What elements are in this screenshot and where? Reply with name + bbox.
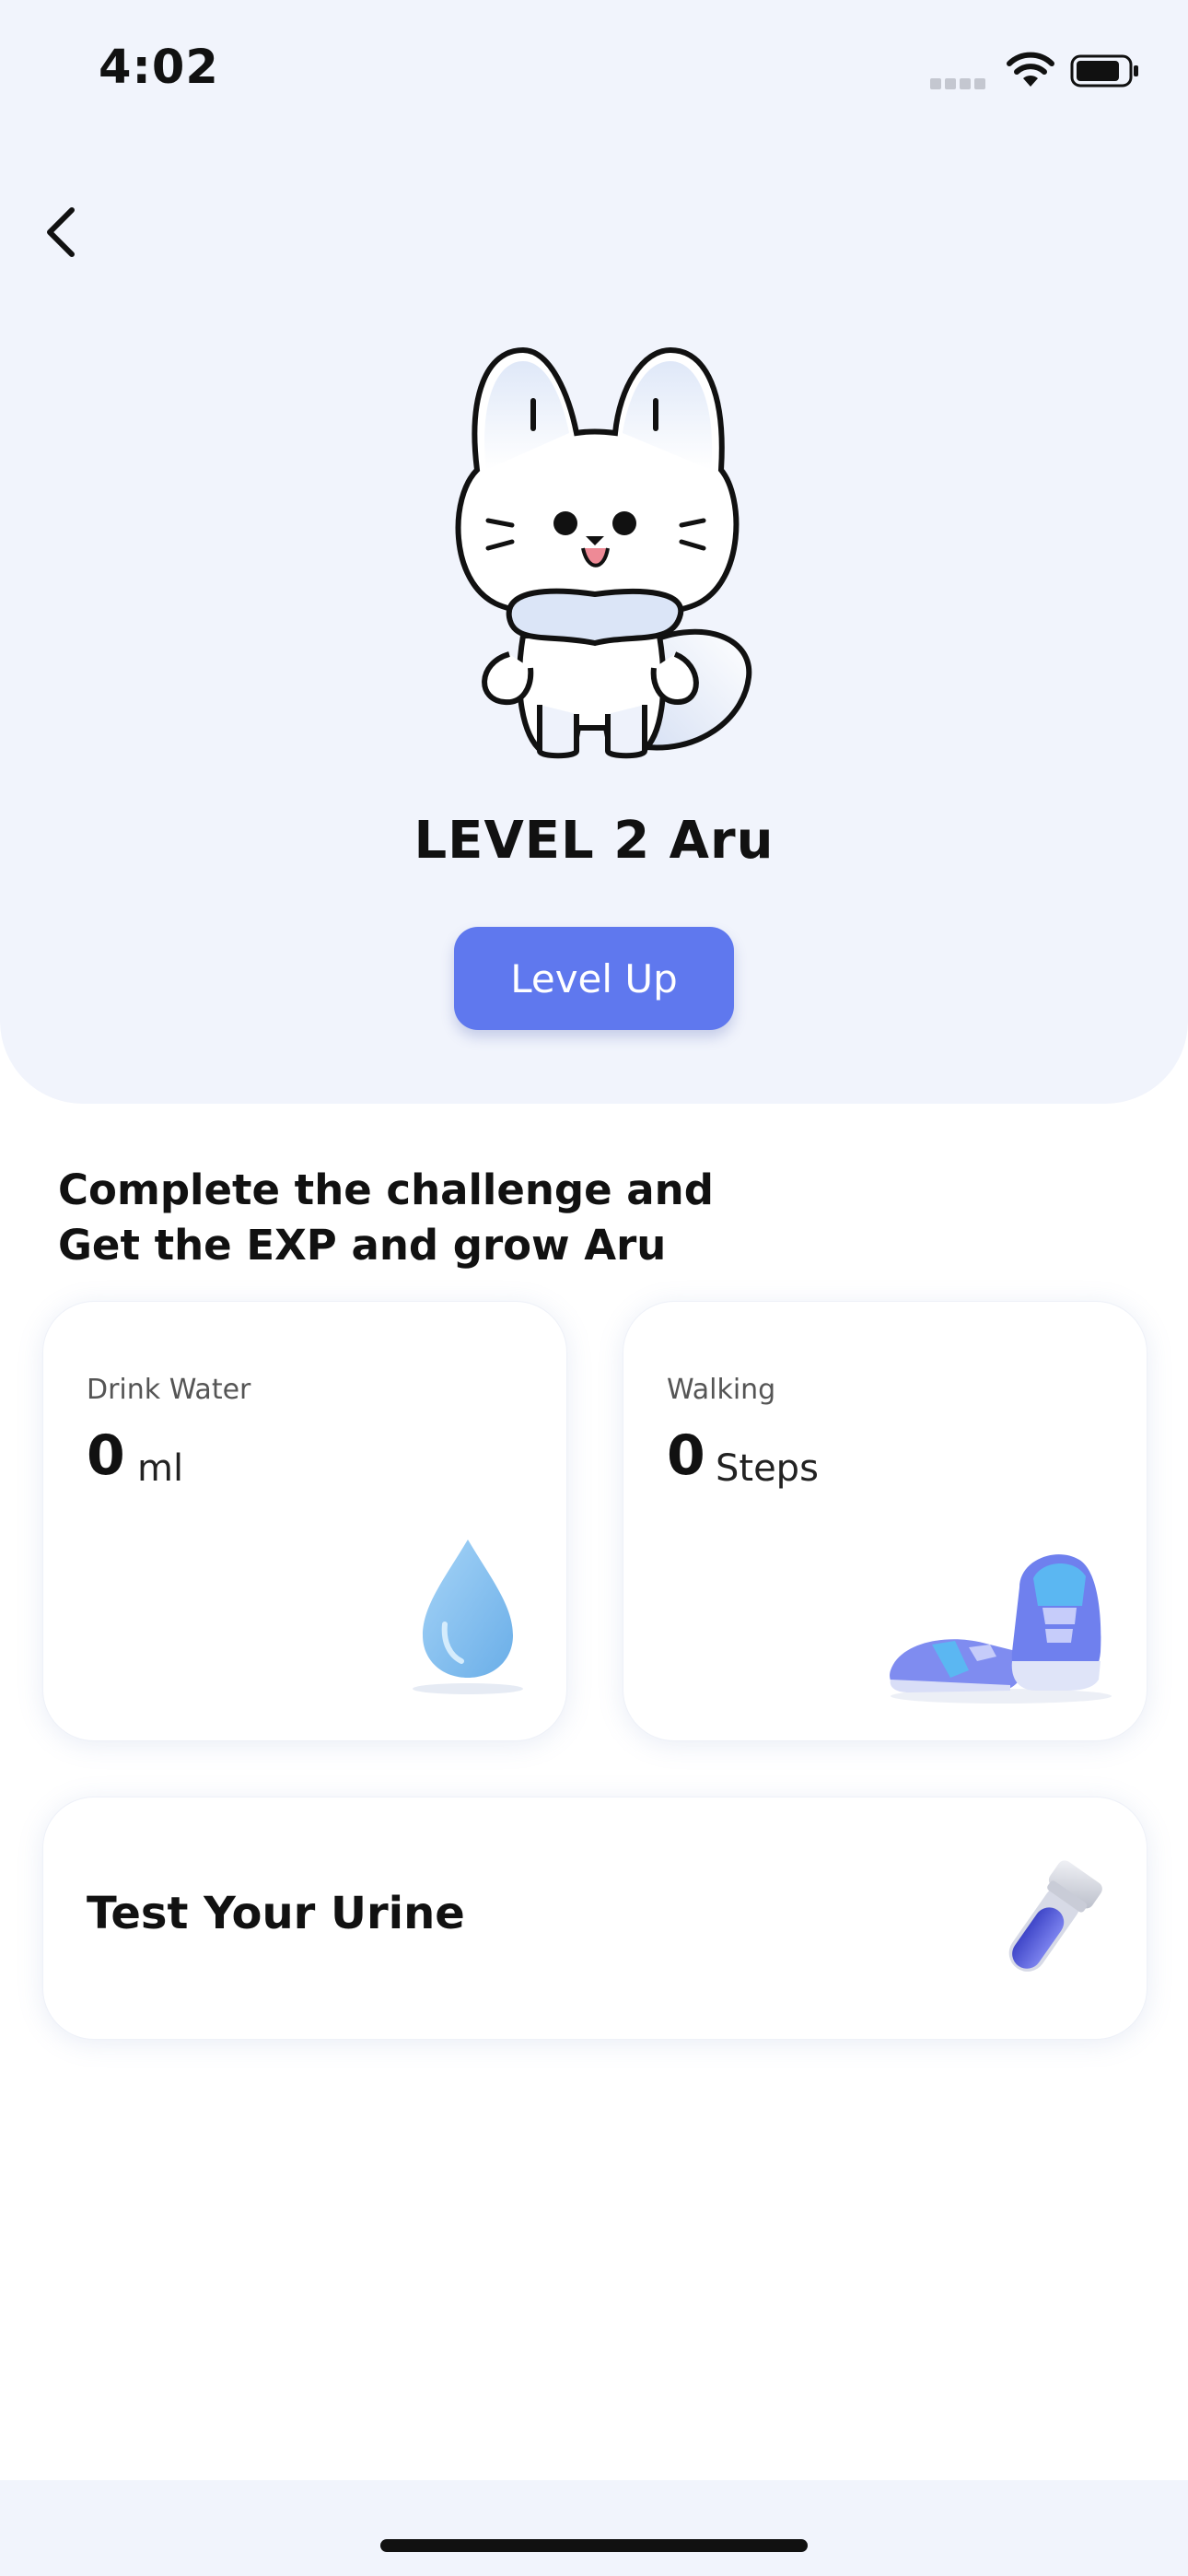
drink-water-value: 0 (87, 1423, 125, 1488)
challenge-heading: Complete the challenge and Get the EXP a… (58, 1163, 887, 1273)
walking-label: Walking (667, 1374, 776, 1406)
battery-icon (1070, 54, 1138, 88)
back-button[interactable] (24, 195, 98, 269)
walking-unit: Steps (716, 1447, 819, 1490)
status-icons (915, 48, 1138, 100)
level-title: LEVEL 2 Aru (413, 811, 775, 871)
level-up-button[interactable]: Level Up (454, 927, 734, 1030)
walking-value: 0 (667, 1423, 705, 1488)
test-urine-card[interactable]: Test Your Urine (42, 1797, 1147, 2040)
mascot-character (455, 346, 752, 759)
signal-icon (930, 76, 989, 93)
test-tube-icon (1008, 1860, 1102, 1972)
test-urine-label: Test Your Urine (87, 1888, 465, 1939)
bottom-bar (0, 2480, 1188, 2576)
water-drop-icon (413, 1540, 523, 1694)
wifi-icon (1007, 52, 1054, 87)
drink-water-unit: ml (137, 1447, 184, 1490)
sneakers-icon (890, 1554, 1112, 1704)
challenge-heading-line1: Complete the challenge and (58, 1165, 714, 1214)
challenge-heading-line2: Get the EXP and grow Aru (58, 1221, 667, 1270)
walking-card[interactable]: Walking 0 Steps (623, 1301, 1147, 1741)
status-time: 4:02 (99, 41, 219, 95)
chevron-left-icon (47, 207, 75, 257)
home-indicator[interactable] (380, 2539, 808, 2552)
drink-water-label: Drink Water (87, 1374, 251, 1406)
drink-water-card[interactable]: Drink Water 0 ml (42, 1301, 567, 1741)
hero-section: 4:02 LEVEL 2 Aru Level Up (0, 0, 1188, 1104)
